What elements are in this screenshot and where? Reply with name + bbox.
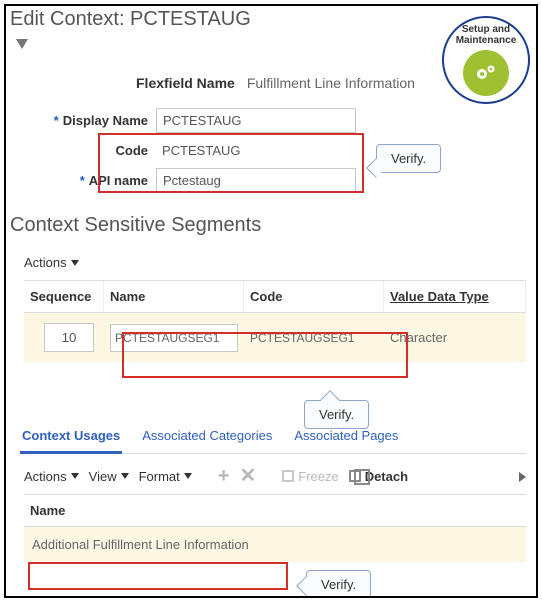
api-name-input[interactable] bbox=[156, 168, 356, 193]
segment-code-cell: PCTESTAUGSEG1 bbox=[244, 327, 384, 349]
flexfield-name-label: Flexfield Name bbox=[136, 75, 235, 91]
code-label: Code bbox=[116, 143, 149, 158]
verify-callout-3: Verify. bbox=[306, 570, 371, 598]
segments-actions-menu[interactable]: Actions bbox=[24, 255, 79, 270]
col-value-data-type[interactable]: Value Data Type bbox=[384, 281, 526, 312]
detach-icon bbox=[349, 470, 361, 482]
add-icon[interactable]: + bbox=[218, 466, 230, 486]
tab-context-usages[interactable]: Context Usages bbox=[20, 422, 122, 454]
caret-down-icon bbox=[121, 473, 129, 479]
usages-col-name[interactable]: Name bbox=[24, 494, 526, 527]
col-name[interactable]: Name bbox=[104, 281, 244, 312]
setup-maintenance-badge[interactable]: Setup andMaintenance bbox=[442, 16, 530, 104]
verify-callout-2: Verify. bbox=[304, 400, 369, 429]
usages-row-name: Additional Fulfillment Line Information bbox=[32, 537, 249, 552]
table-row[interactable]: PCTESTAUGSEG1 Character bbox=[24, 313, 526, 362]
segment-vdt-cell: Character bbox=[384, 326, 526, 349]
subtabs: Context Usages Associated Categories Ass… bbox=[20, 422, 526, 454]
usages-row[interactable]: Additional Fulfillment Line Information bbox=[24, 527, 526, 562]
verify-callout-1: Verify. bbox=[376, 144, 441, 173]
display-name-row: *Display Name bbox=[6, 105, 536, 136]
flexfield-name-value: Fulfillment Line Information bbox=[247, 75, 415, 91]
usages-toolbar: Actions View Format + ✕ Freeze Detach bbox=[6, 454, 536, 494]
caret-down-icon bbox=[71, 260, 79, 266]
caret-down-icon bbox=[71, 473, 79, 479]
freeze-button[interactable]: Freeze bbox=[282, 469, 338, 484]
sequence-input[interactable] bbox=[44, 323, 94, 352]
freeze-icon bbox=[282, 470, 294, 482]
badge-text: Setup andMaintenance bbox=[456, 24, 517, 46]
edit-context-page: Edit Context: PCTESTAUG Setup andMainten… bbox=[4, 4, 538, 598]
display-name-input[interactable] bbox=[156, 108, 356, 133]
badge-icon-circle bbox=[463, 50, 509, 96]
usages-view-menu[interactable]: View bbox=[89, 469, 129, 484]
highlight-usage-row bbox=[28, 562, 288, 590]
display-name-label: Display Name bbox=[63, 113, 148, 128]
col-code[interactable]: Code bbox=[244, 281, 384, 312]
usages-format-menu[interactable]: Format bbox=[139, 469, 192, 484]
detach-button[interactable]: Detach bbox=[349, 469, 408, 484]
overflow-right-icon[interactable] bbox=[519, 472, 526, 482]
code-row: Code PCTESTAUG bbox=[6, 136, 536, 165]
caret-down-icon bbox=[184, 473, 192, 479]
api-name-label: API name bbox=[89, 173, 148, 188]
code-value: PCTESTAUG bbox=[156, 139, 356, 162]
segments-table: Sequence Name Code Value Data Type PCTES… bbox=[24, 280, 526, 362]
col-sequence[interactable]: Sequence bbox=[24, 281, 104, 312]
gears-icon bbox=[474, 62, 498, 85]
delete-icon[interactable]: ✕ bbox=[239, 466, 256, 486]
segment-name-input[interactable] bbox=[110, 324, 238, 352]
segments-heading: Context Sensitive Segments bbox=[6, 196, 536, 241]
disclose-toggle[interactable] bbox=[16, 39, 28, 49]
api-name-row: *API name bbox=[6, 165, 536, 196]
usages-actions-menu[interactable]: Actions bbox=[24, 469, 79, 484]
tab-associated-categories[interactable]: Associated Categories bbox=[140, 422, 274, 453]
